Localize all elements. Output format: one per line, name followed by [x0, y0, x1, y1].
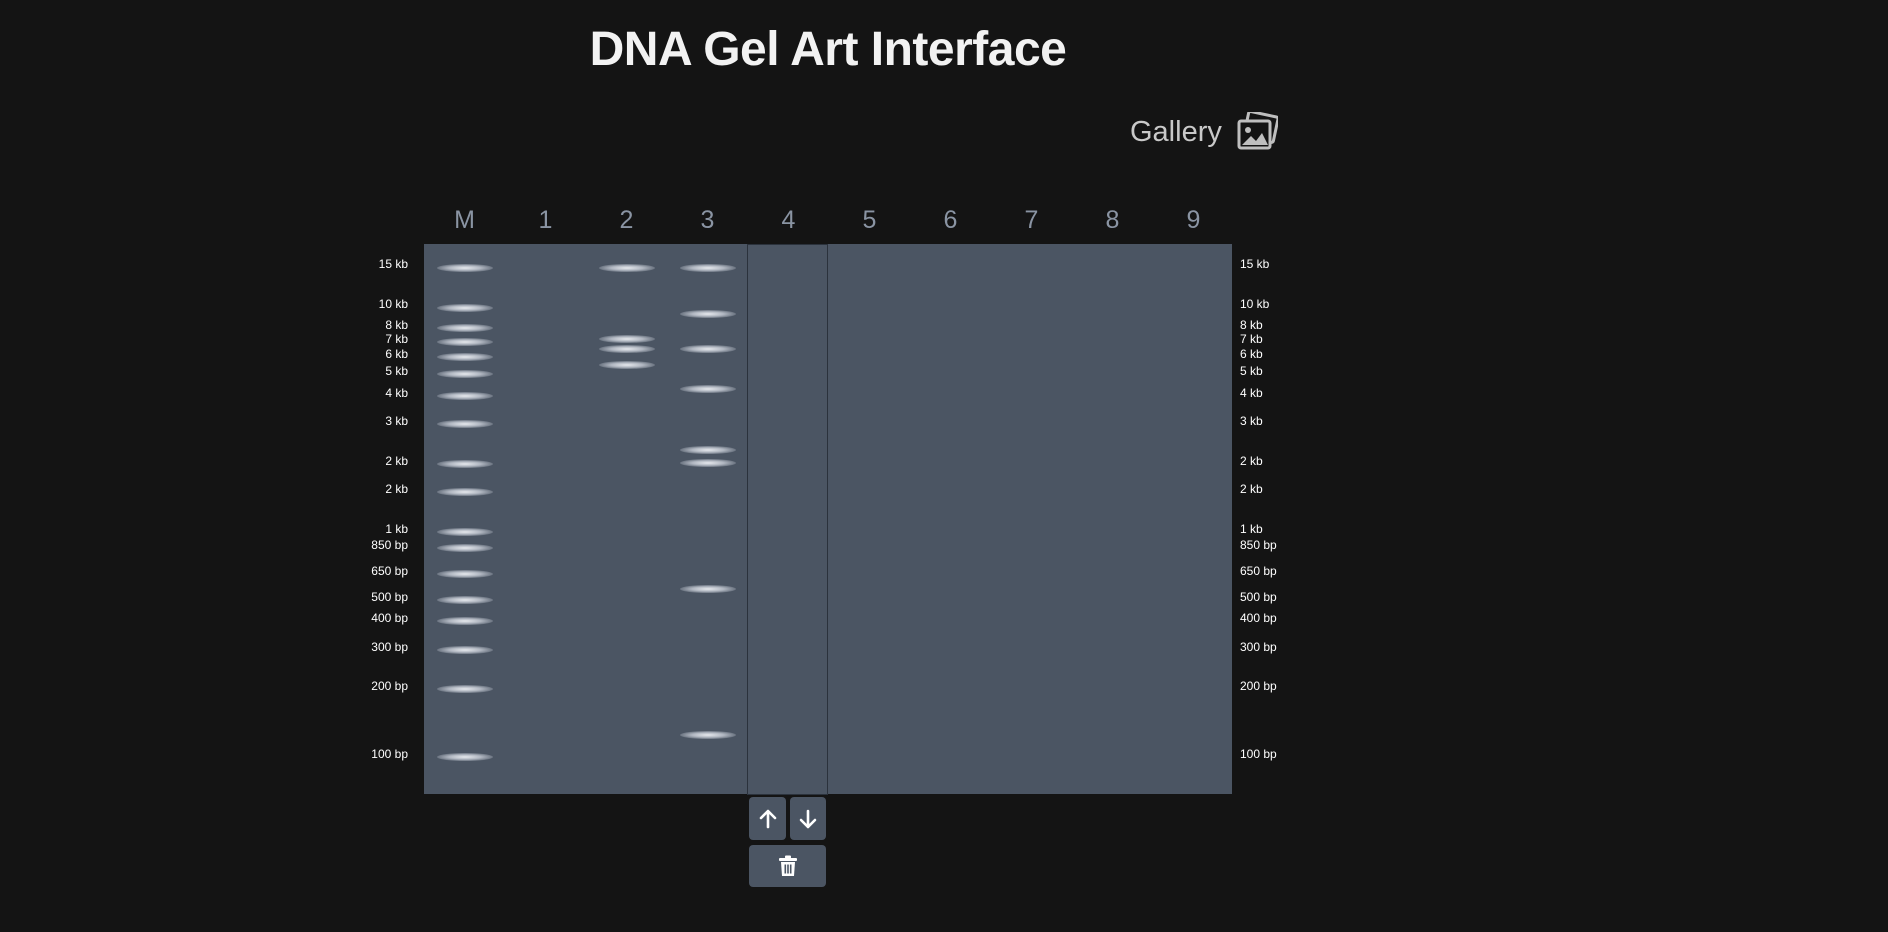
- band-lane-3: [680, 459, 736, 467]
- size-label-left: 850 bp: [371, 538, 408, 552]
- lane-header-m[interactable]: M: [424, 206, 505, 235]
- band-lane-2: [599, 335, 655, 343]
- size-label-left: 5 kb: [385, 364, 408, 378]
- size-label-right: 2 kb: [1240, 482, 1263, 496]
- band-lane-m: [437, 596, 493, 604]
- band-lane-2: [599, 345, 655, 353]
- move-down-button[interactable]: [790, 797, 826, 840]
- size-label-left: 1 kb: [385, 522, 408, 536]
- lane-header-4[interactable]: 4: [748, 206, 829, 235]
- band-lane-m: [437, 338, 493, 346]
- size-label-right: 1 kb: [1240, 522, 1263, 536]
- size-label-left: 100 bp: [371, 747, 408, 761]
- size-label-left: 8 kb: [385, 318, 408, 332]
- size-label-right: 850 bp: [1240, 538, 1277, 552]
- lane-header-1[interactable]: 1: [505, 206, 586, 235]
- band-lane-m: [437, 570, 493, 578]
- size-label-right: 650 bp: [1240, 564, 1277, 578]
- band-lane-3: [680, 264, 736, 272]
- band-lane-m: [437, 370, 493, 378]
- size-label-left: 15 kb: [378, 257, 408, 271]
- band-lane-m: [437, 460, 493, 468]
- size-label-right: 300 bp: [1240, 640, 1277, 654]
- band-lane-3: [680, 345, 736, 353]
- lane-header-8[interactable]: 8: [1072, 206, 1153, 235]
- size-label-right: 4 kb: [1240, 386, 1263, 400]
- size-label-left: 10 kb: [378, 297, 408, 311]
- size-label-right: 2 kb: [1240, 454, 1263, 468]
- size-label-right: 15 kb: [1240, 257, 1270, 271]
- band-lane-3: [680, 731, 736, 739]
- size-label-right: 5 kb: [1240, 364, 1263, 378]
- lane-header-6[interactable]: 6: [910, 206, 991, 235]
- page-title: DNA Gel Art Interface: [589, 23, 1067, 76]
- band-lane-3: [680, 310, 736, 318]
- size-label-left: 400 bp: [371, 611, 408, 625]
- photo-gallery-icon: [1236, 112, 1278, 152]
- lane-header-2[interactable]: 2: [586, 206, 667, 235]
- size-label-right: 500 bp: [1240, 590, 1277, 604]
- band-lane-m: [437, 646, 493, 654]
- band-lane-m: [437, 392, 493, 400]
- size-label-left: 200 bp: [371, 679, 408, 693]
- size-label-left: 300 bp: [371, 640, 408, 654]
- selected-lane-outline[interactable]: [747, 244, 828, 795]
- size-label-right: 100 bp: [1240, 747, 1277, 761]
- size-label-right: 400 bp: [1240, 611, 1277, 625]
- size-label-left: 6 kb: [385, 347, 408, 361]
- size-label-right: 3 kb: [1240, 414, 1263, 428]
- band-lane-3: [680, 446, 736, 454]
- band-lane-m: [437, 544, 493, 552]
- lane-header-7[interactable]: 7: [991, 206, 1072, 235]
- band-lane-m: [437, 753, 493, 761]
- trash-icon: [778, 855, 798, 877]
- size-label-right: 7 kb: [1240, 332, 1263, 346]
- band-lane-m: [437, 324, 493, 332]
- size-label-right: 6 kb: [1240, 347, 1263, 361]
- band-lane-m: [437, 420, 493, 428]
- size-label-left: 7 kb: [385, 332, 408, 346]
- size-label-left: 2 kb: [385, 454, 408, 468]
- lane-header-5[interactable]: 5: [829, 206, 910, 235]
- arrow-down-icon: [799, 809, 817, 829]
- lane-header-3[interactable]: 3: [667, 206, 748, 235]
- gallery-button[interactable]: Gallery: [1130, 112, 1278, 152]
- band-lane-m: [437, 488, 493, 496]
- band-lane-m: [437, 304, 493, 312]
- size-label-right: 8 kb: [1240, 318, 1263, 332]
- band-lane-m: [437, 617, 493, 625]
- move-up-button[interactable]: [749, 797, 786, 840]
- size-label-right: 200 bp: [1240, 679, 1277, 693]
- lane-header-9[interactable]: 9: [1153, 206, 1234, 235]
- band-lane-2: [599, 361, 655, 369]
- band-lane-m: [437, 528, 493, 536]
- gallery-label: Gallery: [1130, 115, 1222, 148]
- size-label-right: 10 kb: [1240, 297, 1270, 311]
- gel-canvas[interactable]: [424, 244, 1232, 794]
- band-lane-m: [437, 685, 493, 693]
- size-label-left: 650 bp: [371, 564, 408, 578]
- band-lane-m: [437, 264, 493, 272]
- size-label-left: 4 kb: [385, 386, 408, 400]
- band-lane-3: [680, 585, 736, 593]
- size-label-left: 2 kb: [385, 482, 408, 496]
- delete-lane-button[interactable]: [749, 845, 826, 887]
- band-lane-2: [599, 264, 655, 272]
- size-label-left: 3 kb: [385, 414, 408, 428]
- band-lane-3: [680, 385, 736, 393]
- arrow-up-icon: [759, 809, 777, 829]
- band-lane-m: [437, 353, 493, 361]
- size-label-left: 500 bp: [371, 590, 408, 604]
